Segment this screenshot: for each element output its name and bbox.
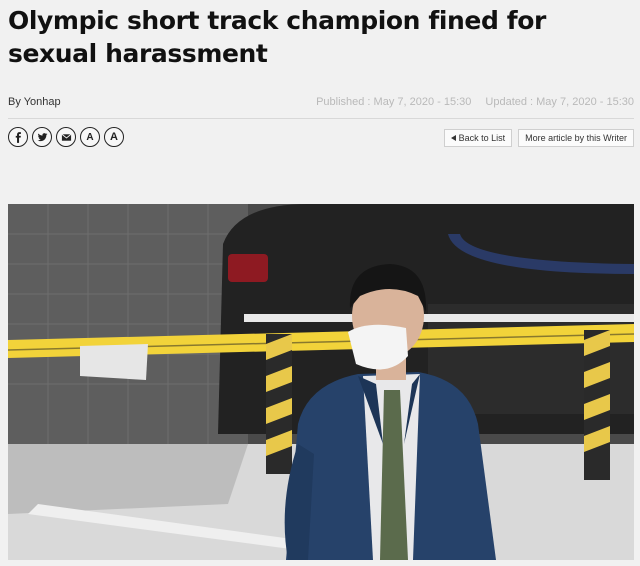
divider [8, 118, 634, 119]
article-meta: By Yonhap Published : May 7, 2020 - 15:3… [8, 96, 634, 110]
back-to-list-button[interactable]: Back to List [443, 129, 513, 147]
article-nav: Back to List More article by this Writer [443, 129, 634, 147]
more-by-writer-button[interactable]: More article by this Writer [518, 129, 634, 147]
twitter-icon [36, 132, 48, 141]
share-toolbar: A A [8, 127, 124, 149]
article-photo [8, 204, 634, 560]
published-date: Published : May 7, 2020 - 15:30 [316, 96, 472, 108]
font-size-decrease-button[interactable]: A [80, 127, 100, 147]
font-size-increase-button[interactable]: A [104, 127, 124, 147]
twitter-share-button[interactable] [32, 127, 52, 147]
facebook-share-button[interactable] [8, 127, 28, 147]
back-to-list-label: Back to List [458, 133, 506, 143]
headline: Olympic short track champion fined for s… [8, 6, 546, 68]
facebook-icon [15, 131, 21, 143]
updated-date: Updated : May 7, 2020 - 15:30 [485, 96, 634, 108]
email-share-button[interactable] [56, 127, 76, 147]
byline: By Yonhap [8, 96, 61, 108]
back-arrow-icon [450, 135, 456, 141]
date-info: Published : May 7, 2020 - 15:30 Updated :… [316, 96, 634, 108]
email-icon [61, 133, 71, 141]
